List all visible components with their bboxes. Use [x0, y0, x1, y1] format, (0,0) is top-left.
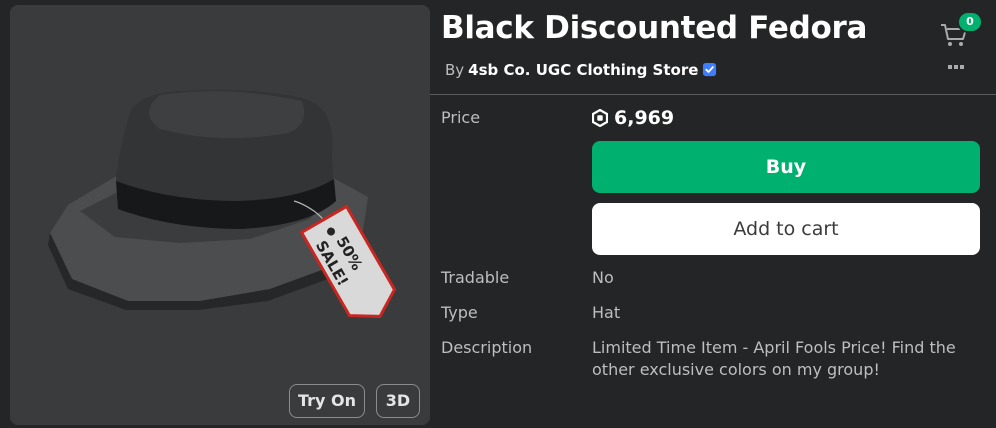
buy-button[interactable]: Buy: [592, 141, 980, 193]
price-amount: 6,969: [614, 107, 675, 129]
tradable-value: No: [592, 268, 614, 287]
creator-link[interactable]: 4sb Co. UGC Clothing Store: [468, 61, 698, 79]
add-to-cart-button[interactable]: Add to cart: [592, 203, 980, 255]
tradable-label: Tradable: [441, 268, 510, 287]
type-label: Type: [441, 303, 478, 322]
verified-badge-icon: [702, 62, 717, 81]
try-on-button[interactable]: Try On: [289, 384, 365, 418]
robux-icon: [592, 109, 608, 127]
item-title: Black Discounted Fedora: [441, 10, 868, 46]
creator-line: By 4sb Co. UGC Clothing Store: [445, 61, 717, 81]
3d-view-button[interactable]: 3D: [376, 384, 420, 418]
item-thumbnail: 50% SALE! Try On 3D: [10, 5, 430, 425]
description-text: Limited Time Item - April Fools Price! F…: [592, 338, 956, 379]
description-label: Description: [441, 338, 533, 357]
creator-prefix: By: [445, 61, 465, 79]
cart-count-badge: 0: [957, 11, 983, 33]
more-options-icon[interactable]: [946, 61, 966, 73]
price-value: 6,969: [592, 107, 674, 129]
type-value: Hat: [592, 303, 621, 322]
header-divider: [430, 94, 996, 95]
price-label: Price: [441, 108, 481, 127]
hat-image: 50% SALE!: [48, 90, 397, 318]
